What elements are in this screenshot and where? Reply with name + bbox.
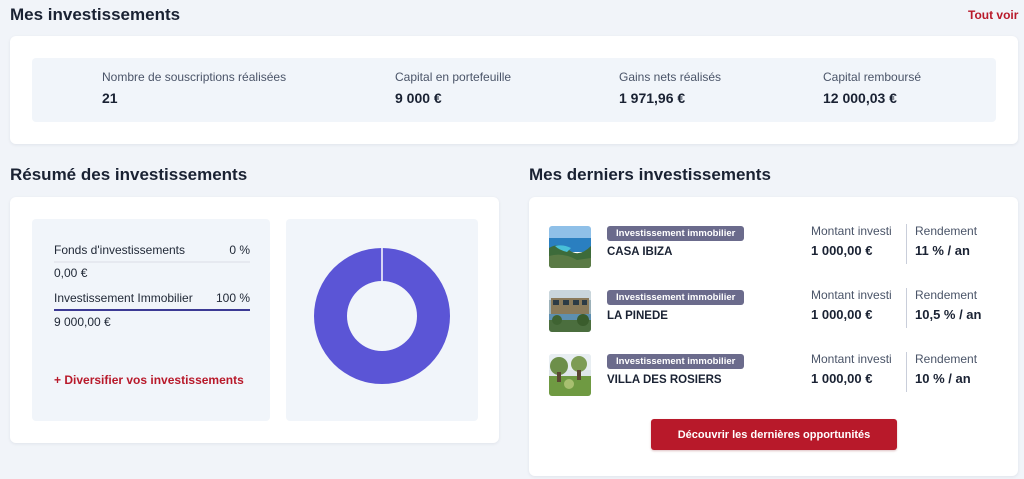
donut-chart-panel [286, 219, 478, 421]
yield-label: Rendement [915, 224, 978, 238]
stat-value: 21 [102, 90, 118, 106]
stat-label: Nombre de souscriptions réalisées [102, 70, 287, 84]
yield-value: 10,5 % / an [915, 307, 982, 322]
page-title: Mes investissements [10, 5, 181, 24]
stats-band: Nombre de souscriptions réalisées 21 Cap… [32, 58, 996, 122]
beach-photo-icon [549, 226, 591, 268]
garden-photo-icon [549, 354, 591, 396]
investment-row-villa-des-rosiers[interactable]: Investissement immobilier VILLA DES ROSI… [549, 352, 989, 398]
yield-value: 10 % / an [915, 371, 971, 386]
amount-value: 1 000,00 € [811, 307, 873, 322]
investment-name: VILLA DES ROSIERS [607, 374, 722, 386]
amount-value: 1 000,00 € [811, 243, 873, 258]
fund-breakdown-panel: Fonds d'investissements 0 % 0,00 € Inves… [32, 219, 270, 421]
investment-name: CASA IBIZA [607, 246, 673, 258]
summary-card: Fonds d'investissements 0 % 0,00 € Inves… [10, 197, 499, 443]
yield-label: Rendement [915, 352, 978, 366]
fund-percent: 0 % [229, 243, 250, 257]
yield-label: Rendement [915, 288, 978, 302]
yield-value: 11 % / an [915, 243, 970, 258]
amount-label: Montant investi [811, 288, 892, 302]
stat-capital-portfolio: Capital en portefeuille 9 000 € [395, 70, 511, 106]
fund-amount: 9 000,00 € [54, 315, 111, 329]
amount-label: Montant investi [811, 352, 892, 366]
stat-net-gains: Gains nets réalisés 1 971,96 € [619, 70, 721, 106]
amount-value: 1 000,00 € [811, 371, 873, 386]
stat-label: Capital en portefeuille [395, 70, 512, 84]
stat-value: 9 000 € [395, 90, 442, 106]
fund-name: Fonds d'investissements [54, 243, 186, 257]
stats-card: Nombre de souscriptions réalisées 21 Cap… [10, 36, 1018, 144]
donut-chart [314, 247, 450, 385]
column-divider [906, 352, 907, 392]
investment-row-casa-ibiza[interactable]: Investissement immobilier CASA IBIZA Mon… [549, 224, 989, 270]
stat-label: Gains nets réalisés [619, 70, 722, 84]
investment-type-badge: Investissement immobilier [607, 290, 745, 305]
recent-title: Mes derniers investissements [529, 165, 771, 184]
fund-name: Investissement Immobilier [54, 291, 193, 305]
stat-label: Capital remboursé [823, 70, 922, 84]
stat-value: 12 000,03 € [823, 90, 897, 106]
summary-title: Résumé des investissements [10, 165, 248, 184]
building-photo-icon [549, 290, 591, 332]
recent-card: Investissement immobilier CASA IBIZA Mon… [529, 197, 1018, 476]
fund-row-fonds[interactable]: Fonds d'investissements 0 % [54, 243, 250, 263]
fund-amount: 0,00 € [54, 266, 88, 280]
column-divider [906, 224, 907, 264]
column-divider [906, 288, 907, 328]
fund-row-immobilier[interactable]: Investissement Immobilier 100 % [54, 291, 250, 311]
investment-row-la-pinede[interactable]: Investissement immobilier LA PINEDE Mont… [549, 288, 989, 334]
fund-percent: 100 % [215, 291, 250, 305]
amount-label: Montant investi [811, 224, 892, 238]
diversify-link[interactable]: + Diversifier vos investissements [54, 373, 244, 387]
stat-value: 1 971,96 € [619, 90, 686, 106]
investment-type-badge: Investissement immobilier [607, 354, 745, 369]
see-all-link[interactable]: Tout voir [968, 8, 1018, 22]
stat-subscriptions: Nombre de souscriptions réalisées 21 [102, 70, 286, 106]
stat-capital-refunded: Capital remboursé 12 000,03 € [823, 70, 921, 106]
investment-name: LA PINEDE [607, 310, 668, 322]
discover-opportunities-button[interactable]: Découvrir les dernières opportunités [651, 419, 897, 450]
investment-type-badge: Investissement immobilier [607, 226, 745, 241]
